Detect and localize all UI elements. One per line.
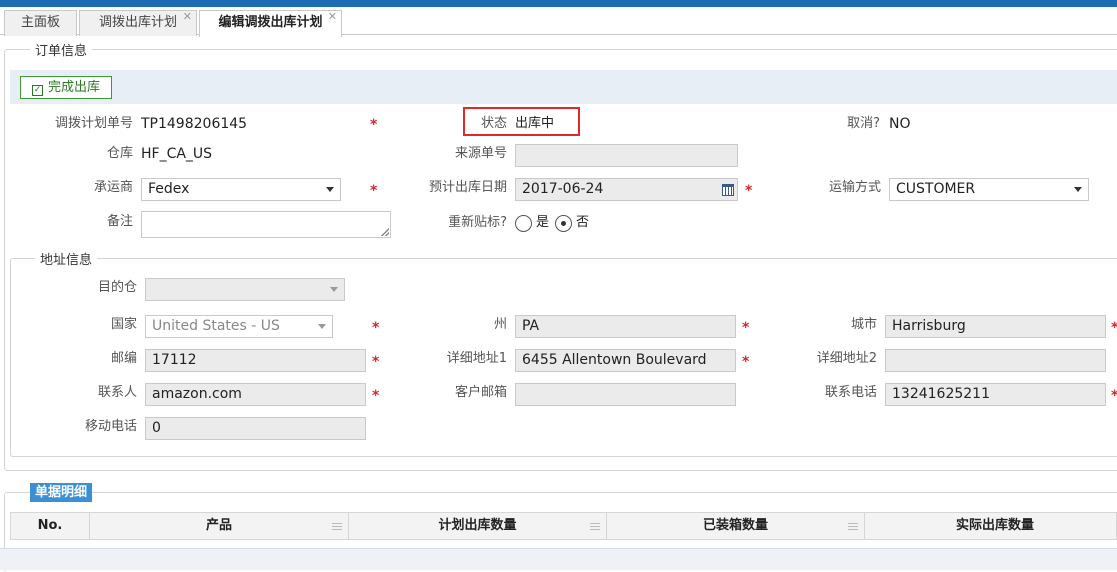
expected-date-input[interactable]: 2017-06-24 (515, 178, 738, 201)
required-mark: * (742, 320, 750, 336)
city-input[interactable]: Harrisburg (885, 315, 1106, 338)
zip-input[interactable]: 17112 (145, 349, 366, 372)
close-icon[interactable]: ✕ (183, 5, 192, 29)
column-header-actual-qty[interactable]: 实际出库数量 (865, 513, 1117, 539)
required-mark: * (372, 388, 380, 404)
column-header-planned-qty[interactable]: 计划出库数量 (349, 513, 607, 539)
relabel-label: 重新贴标? (448, 215, 507, 230)
chevron-down-icon (318, 324, 326, 329)
cancel-value: NO (889, 116, 911, 132)
address2-input[interactable] (885, 349, 1106, 372)
zip-label: 邮编 (110, 351, 137, 366)
detail-grid-header: No. 产品 计划出库数量 已装箱数量 实际出库数量 (10, 512, 1117, 540)
column-menu-icon[interactable] (590, 523, 600, 530)
required-mark: * (1111, 316, 1117, 338)
carrier-value: Fedex (148, 181, 190, 197)
shipping-method-label: 运输方式 (828, 180, 881, 195)
required-mark: * (1111, 384, 1117, 406)
mobile-label: 移动电话 (84, 419, 137, 434)
transfer-plan-no-value: TP1498206145 (141, 116, 248, 132)
column-header-label: 已装箱数量 (702, 518, 768, 533)
close-icon[interactable]: ✕ (328, 5, 337, 29)
transfer-plan-no-label: 调拨计划单号 (54, 116, 133, 131)
column-header-label: No. (37, 518, 63, 533)
contact-label: 联系人 (97, 385, 137, 400)
contact-input[interactable]: amazon.com (145, 383, 366, 406)
calendar-icon[interactable] (722, 184, 734, 196)
detail-section-title: 单据明细 (30, 483, 93, 502)
relabel-yes-label: 是 (536, 215, 550, 230)
required-mark: * (372, 354, 380, 370)
top-header-bar (0, 0, 1117, 7)
expected-date-label: 预计出库日期 (428, 180, 507, 195)
column-header-label: 实际出库数量 (955, 518, 1034, 533)
order-info-legend: 订单信息 (30, 40, 93, 59)
status-value: 出库中 (515, 116, 555, 131)
column-header-label: 产品 (205, 518, 232, 533)
phone-label: 联系电话 (824, 385, 877, 400)
country-label: 国家 (110, 317, 137, 332)
required-mark: * (370, 183, 378, 199)
tab-transfer-outbound-plan[interactable]: 调拨出库计划 ✕ (79, 10, 197, 36)
state-label: 州 (493, 317, 507, 332)
required-mark: * (372, 320, 380, 336)
address1-input[interactable]: 6455 Allentown Boulevard (515, 349, 736, 372)
email-label: 客户邮箱 (454, 385, 507, 400)
required-mark: * (745, 183, 753, 199)
remark-label: 备注 (106, 214, 133, 229)
checkbox-icon: ✓ (31, 85, 43, 96)
column-menu-icon[interactable] (332, 523, 342, 530)
state-input[interactable]: PA (515, 315, 736, 338)
tab-label: 编辑调拨出库计划 (218, 15, 323, 30)
tab-label: 主面板 (20, 15, 60, 30)
column-header-no[interactable]: No. (11, 513, 90, 539)
complete-outbound-button[interactable]: ✓ 完成出库 (20, 76, 112, 99)
column-header-label: 计划出库数量 (438, 518, 517, 533)
tab-label: 调拨出库计划 (98, 15, 177, 30)
column-menu-icon[interactable] (848, 523, 858, 530)
destination-warehouse-label: 目的仓 (97, 280, 137, 295)
tab-edit-transfer-outbound-plan[interactable]: 编辑调拨出库计划 ✕ (199, 10, 342, 37)
country-value: United States - US (152, 318, 280, 334)
remark-textarea[interactable] (141, 211, 391, 238)
column-header-product[interactable]: 产品 (90, 513, 349, 539)
resize-grip-icon[interactable] (381, 228, 389, 236)
expected-date-value: 2017-06-24 (522, 181, 604, 197)
address1-label: 详细地址1 (446, 351, 507, 366)
address2-label: 详细地址2 (816, 351, 877, 366)
email-input[interactable] (515, 383, 736, 406)
mobile-input[interactable]: 0 (145, 417, 366, 440)
phone-input[interactable]: 13241625211 (885, 383, 1106, 406)
warehouse-value: HF_CA_US (141, 146, 213, 162)
tab-dashboard[interactable]: 主面板 (4, 10, 77, 36)
shipping-method-value: CUSTOMER (896, 181, 976, 197)
footer-bar (0, 548, 1117, 570)
relabel-no-label: 否 (576, 215, 590, 230)
required-mark: * (370, 117, 378, 133)
city-label: 城市 (850, 317, 877, 332)
cancel-label: 取消? (847, 116, 880, 131)
status-label: 状态 (480, 116, 507, 131)
source-no-label: 来源单号 (454, 146, 507, 161)
source-no-input[interactable] (515, 144, 738, 167)
address-info-legend: 地址信息 (35, 249, 98, 268)
tab-bar: 主面板 调拨出库计划 ✕ 编辑调拨出库计划 ✕ (0, 7, 1117, 37)
toolbar (10, 70, 1117, 104)
shipping-method-select[interactable]: CUSTOMER (889, 178, 1089, 201)
chevron-down-icon (326, 187, 334, 192)
required-mark: * (742, 354, 750, 370)
country-select[interactable]: United States - US (145, 315, 333, 338)
chevron-down-icon (330, 287, 338, 292)
column-header-packed-qty[interactable]: 已装箱数量 (607, 513, 865, 539)
carrier-select[interactable]: Fedex (141, 178, 341, 201)
destination-warehouse-select[interactable] (145, 278, 345, 301)
relabel-yes-radio[interactable] (515, 215, 532, 232)
carrier-label: 承运商 (93, 180, 133, 195)
warehouse-label: 仓库 (106, 146, 133, 161)
chevron-down-icon (1074, 187, 1082, 192)
complete-outbound-label: 完成出库 (47, 80, 100, 95)
relabel-no-radio[interactable] (555, 215, 572, 232)
